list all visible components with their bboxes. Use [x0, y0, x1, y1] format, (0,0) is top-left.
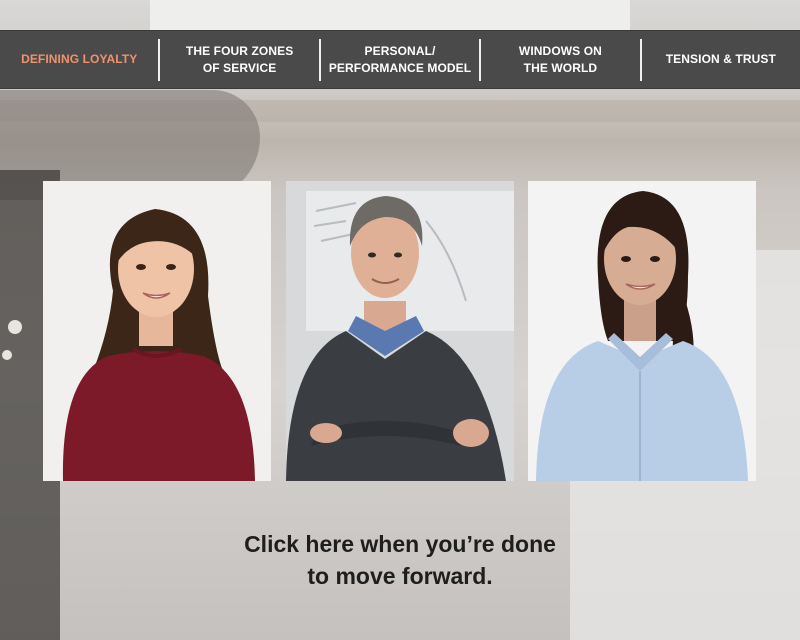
nav-personal-performance-model[interactable]: PERSONAL/ PERFORMANCE MODEL	[318, 38, 479, 81]
person-card-1[interactable]	[43, 181, 271, 481]
nav-defining-loyalty[interactable]: DEFINING LOYALTY	[0, 39, 158, 81]
nav-label: THE FOUR ZONES OF SERVICE	[185, 43, 294, 75]
people-panels	[43, 181, 757, 481]
nav-label: DEFINING LOYALTY	[21, 52, 138, 66]
nav-four-zones-of-service[interactable]: THE FOUR ZONES OF SERVICE	[158, 38, 318, 81]
nav-label: PERSONAL/ PERFORMANCE MODEL	[328, 43, 472, 75]
woman-red-sweater-photo	[43, 181, 271, 481]
background-window	[150, 0, 630, 30]
man-grey-sweater-photo	[286, 181, 514, 481]
person-card-2[interactable]	[286, 181, 514, 481]
person-card-3[interactable]	[528, 181, 756, 481]
continue-button[interactable]: Click here when you’re done to move forw…	[150, 528, 650, 592]
top-navigation: DEFINING LOYALTY THE FOUR ZONES OF SERVI…	[0, 30, 800, 89]
cta-line-1: Click here when you’re done	[244, 531, 556, 557]
cta-line-2: to move forward.	[307, 563, 493, 589]
nav-label: WINDOWS ON THE WORLD	[518, 43, 602, 75]
background-button	[2, 350, 12, 360]
background-button	[8, 320, 22, 334]
nav-tension-and-trust[interactable]: TENSION & TRUST	[639, 38, 800, 81]
woman-blue-shirt-photo	[528, 181, 756, 481]
nav-windows-on-the-world[interactable]: WINDOWS ON THE WORLD	[479, 38, 639, 81]
nav-label: TENSION & TRUST	[665, 52, 776, 66]
